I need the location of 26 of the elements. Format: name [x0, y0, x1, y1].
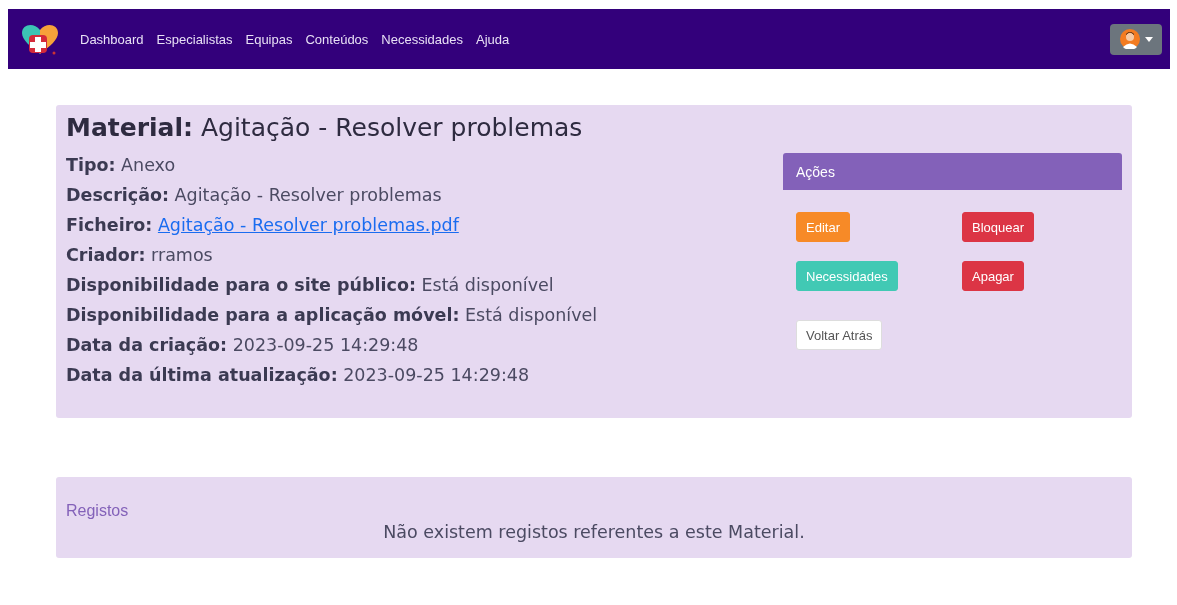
nav-link[interactable]: Conteúdos — [305, 31, 369, 47]
nav-link[interactable]: Necessidades — [381, 31, 463, 47]
action-button[interactable]: Apagar — [962, 261, 1024, 291]
records-title: Registos — [66, 502, 129, 519]
nav-link[interactable]: Especialistas — [156, 31, 233, 47]
nav-link[interactable]: Equipas — [245, 31, 293, 47]
detail-line: Data da criação: 2023-09-25 14:29:48 — [66, 334, 420, 357]
detail-line: Disponibilidade para o site público: Está disponível — [66, 274, 555, 297]
nav-link[interactable]: Ajuda — [476, 31, 510, 47]
detail-line: Ficheiro: Agitação - Resolver problemas.pdf — [66, 214, 461, 237]
detail-line: Tipo: Anexo — [66, 154, 177, 177]
detail-line: Descrição: Agitação - Resolver problemas — [66, 184, 443, 207]
actions-header: Ações — [783, 153, 1122, 190]
page-title: Material: Agitação - Resolver problemas — [66, 113, 584, 142]
detail-line: Disponibilidade para a aplicação móvel: Está disponível — [66, 304, 599, 327]
logo-icon[interactable] — [20, 22, 60, 56]
detail-line: Data da última atualização: 2023-09-25 14:29:48 — [66, 364, 531, 387]
file-link[interactable]: Agitação - Resolver problemas.pdf — [157, 215, 459, 235]
empty-message: Não existem registos referentes a este Material. — [383, 522, 805, 542]
avatar-icon — [1119, 29, 1140, 49]
detail-line: Criador: rramos — [66, 244, 214, 267]
user-menu-button[interactable] — [1110, 23, 1162, 55]
action-button[interactable]: Bloquear — [962, 212, 1035, 242]
caret-icon — [1144, 36, 1153, 42]
nav-link[interactable]: Dashboard — [80, 31, 144, 47]
action-button[interactable]: Voltar Atrás — [796, 320, 883, 350]
